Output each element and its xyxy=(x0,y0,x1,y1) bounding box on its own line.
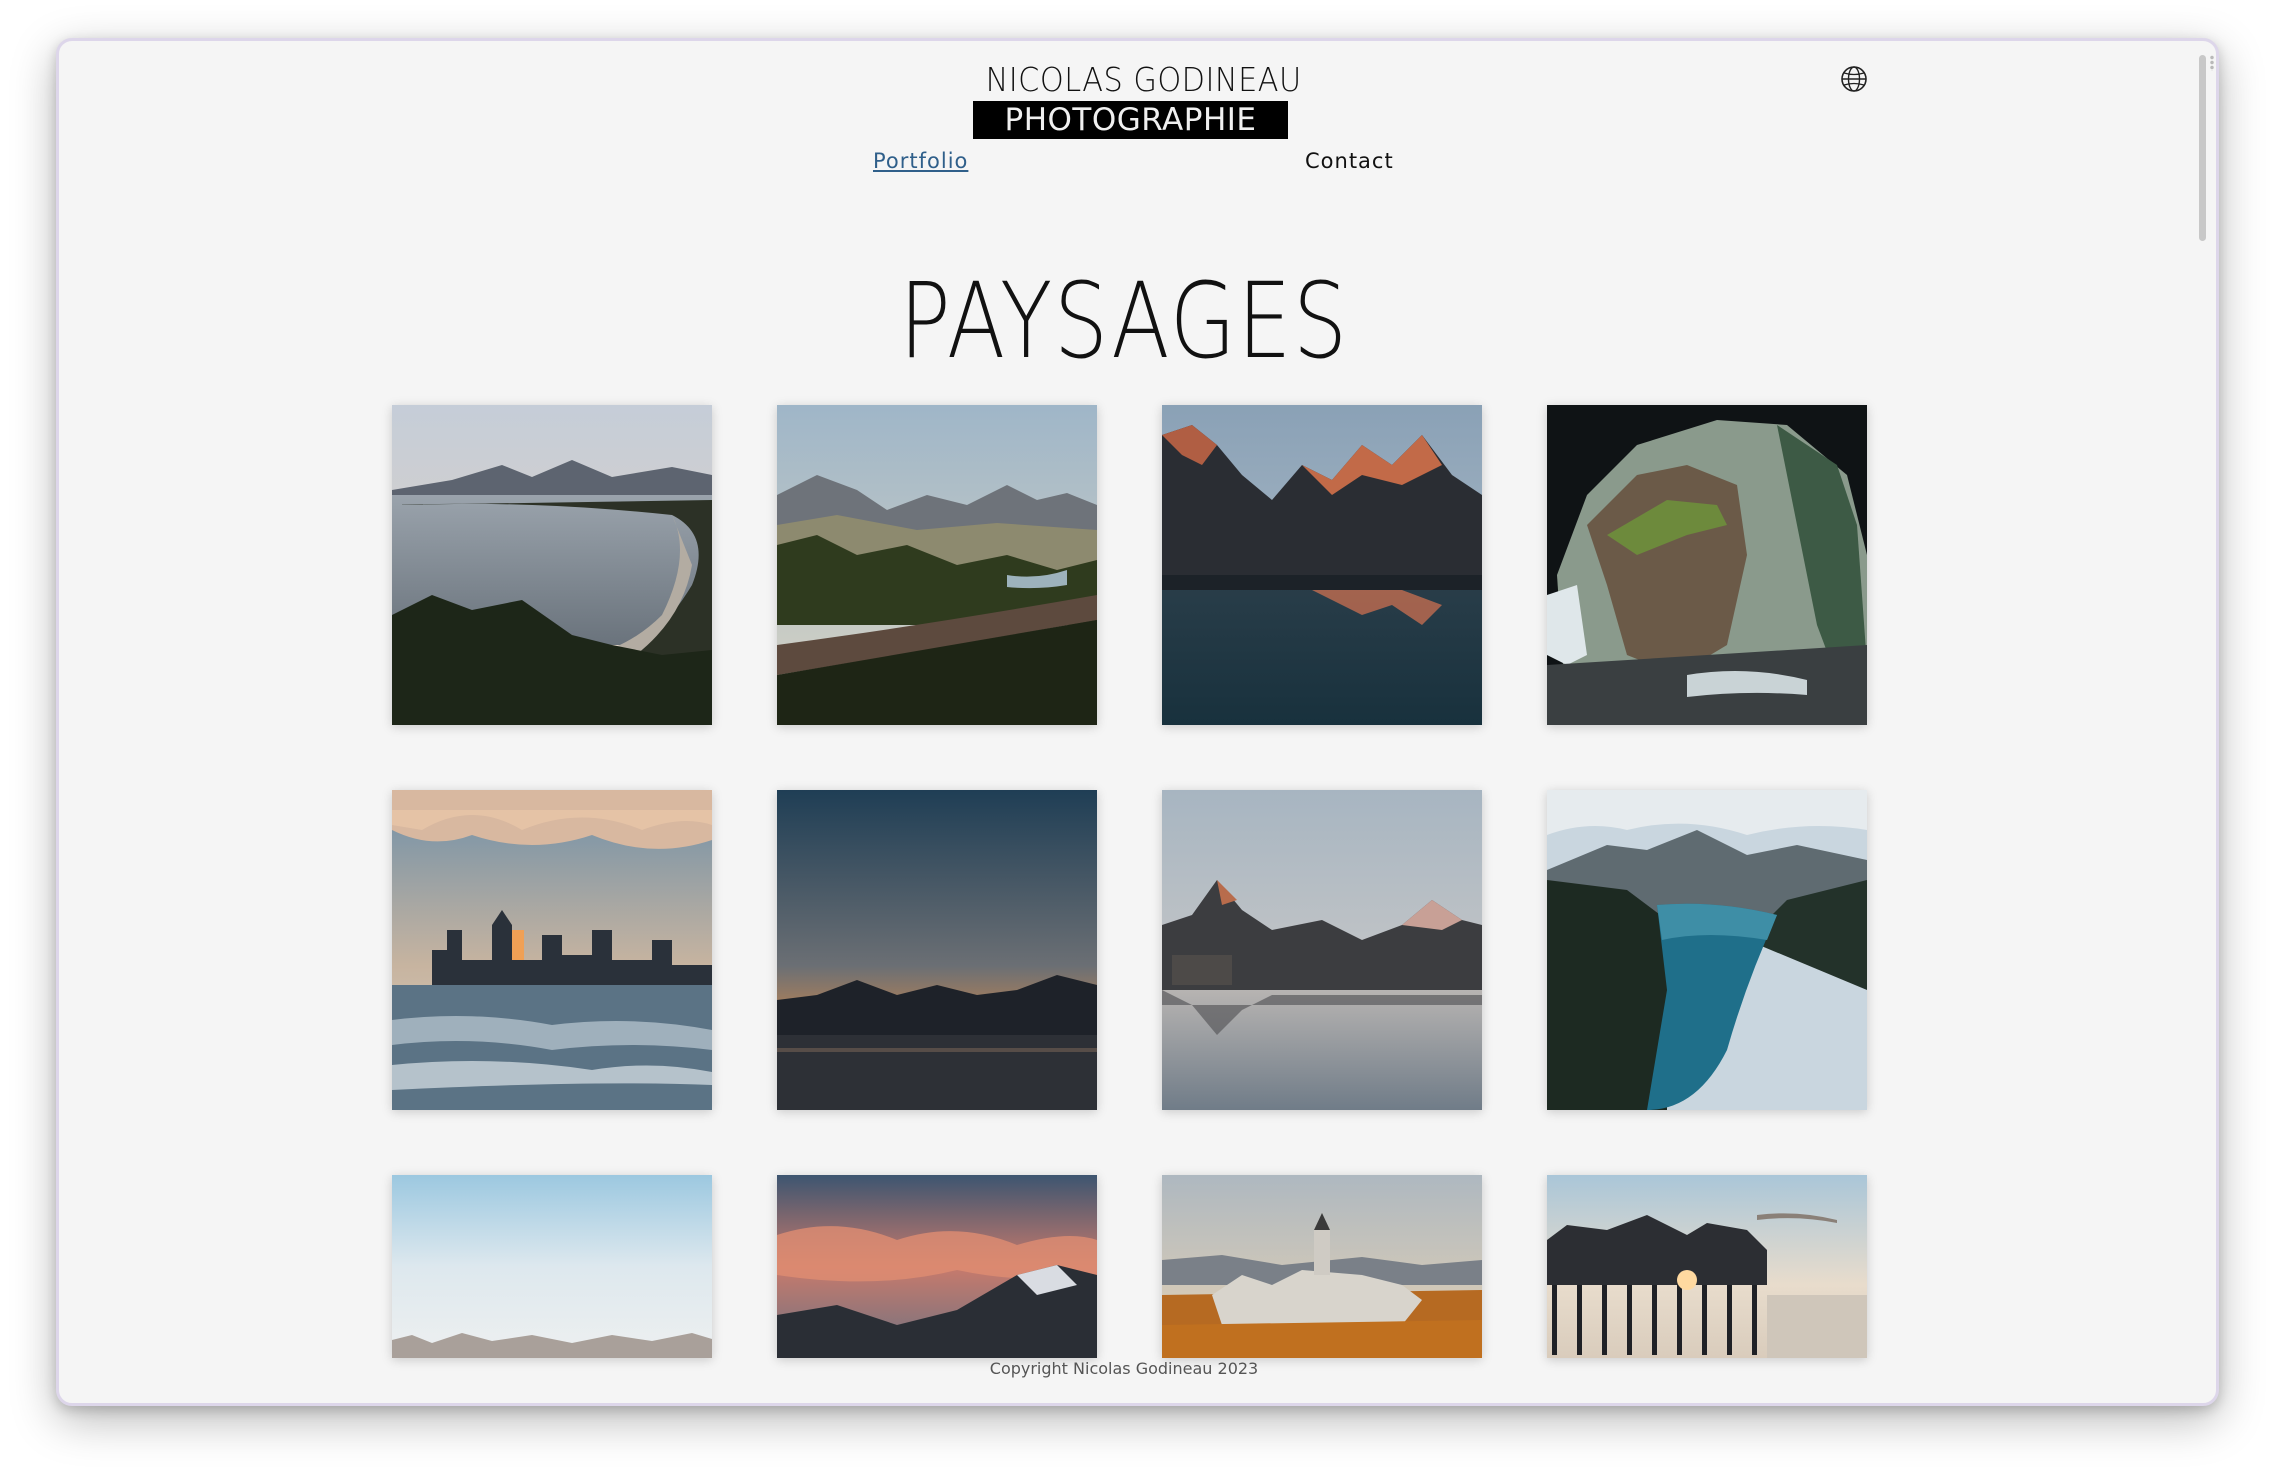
mountain-lake-photo xyxy=(1162,405,1482,725)
beach-photo xyxy=(392,405,712,725)
window-corner-dots xyxy=(2210,55,2214,71)
logo-subtitle: PHOTOGRAPHIE xyxy=(973,101,1288,139)
gallery-photo-8[interactable] xyxy=(1547,790,1867,1110)
gallery-photo-7[interactable] xyxy=(1162,790,1482,1110)
gallery-photo-12[interactable] xyxy=(1547,1175,1867,1358)
page-title: PAYSAGES xyxy=(899,260,1349,382)
globe-icon xyxy=(1841,66,1867,92)
pier-sunset-photo xyxy=(1547,1175,1867,1358)
turquoise-lake-photo xyxy=(1547,790,1867,1110)
nav-portfolio-link[interactable]: Portfolio xyxy=(873,149,968,173)
church-autumn-photo xyxy=(1162,1175,1482,1358)
gallery-photo-2[interactable] xyxy=(777,405,1097,725)
main-nav: Portfolio Contact xyxy=(59,149,2216,189)
scrollbar-thumb[interactable] xyxy=(2199,55,2206,241)
lake-reflection-photo xyxy=(1162,790,1482,1110)
twilight-mountains-photo xyxy=(777,790,1097,1110)
pink-clouds-photo xyxy=(777,1175,1097,1358)
copyright-footer: Copyright Nicolas Godineau 2023 xyxy=(989,1359,1259,1378)
scrollbar[interactable] xyxy=(2192,41,2216,1403)
city-skyline-photo xyxy=(392,790,712,1110)
gallery-photo-11[interactable] xyxy=(1162,1175,1482,1358)
browser-window: NICOLAS GODINEAU PHOTOGRAPHIE Portfolio … xyxy=(56,38,2219,1406)
gallery-photo-9[interactable] xyxy=(392,1175,712,1358)
misty-sky-photo xyxy=(392,1175,712,1358)
gallery-photo-10[interactable] xyxy=(777,1175,1097,1358)
valley-photo xyxy=(777,405,1097,725)
gallery-photo-1[interactable] xyxy=(392,405,712,725)
gallery-photo-3[interactable] xyxy=(1162,405,1482,725)
nav-contact-link[interactable]: Contact xyxy=(1305,149,1394,173)
language-button[interactable] xyxy=(1840,65,1868,93)
site-logo[interactable]: NICOLAS GODINEAU PHOTOGRAPHIE xyxy=(973,60,1302,139)
gallery-photo-4[interactable] xyxy=(1547,405,1867,725)
gallery-photo-6[interactable] xyxy=(777,790,1097,1110)
cave-waterfall-photo xyxy=(1547,405,1867,725)
logo-name: NICOLAS GODINEAU xyxy=(985,60,1302,99)
gallery-photo-5[interactable] xyxy=(392,790,712,1110)
